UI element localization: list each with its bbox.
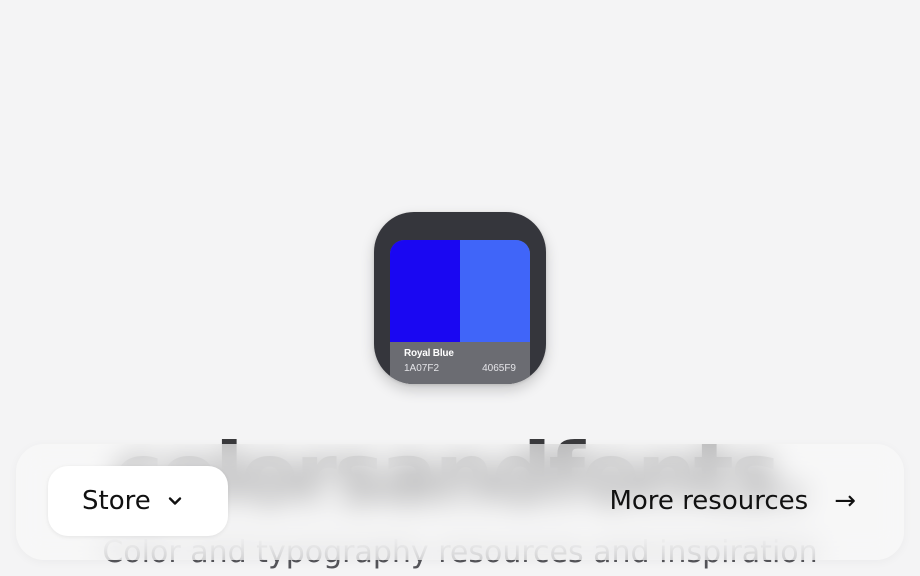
arrow-right-icon: → [834,486,856,516]
swatch-royal-blue-secondary [460,240,530,342]
color-swatch-card: Royal Blue 1A07F2 4065F9 [390,240,530,384]
more-resources-label: More resources [609,486,809,516]
store-dropdown-button[interactable]: Store [48,466,228,536]
swatch-name: Royal Blue [404,348,454,359]
more-resources-link[interactable]: More resources → [609,466,856,536]
swatch-royal-blue-primary [390,240,460,342]
swatch-info: Royal Blue 1A07F2 4065F9 [390,342,530,384]
swatch-hex-right: 4065F9 [482,363,516,374]
floating-nav-bar: Store More resources → [16,444,904,560]
page: Royal Blue 1A07F2 4065F9 colorsandfonts.… [0,0,920,576]
app-icon: Royal Blue 1A07F2 4065F9 [374,212,546,384]
chevron-down-icon [167,493,183,509]
store-label: Store [82,486,151,516]
swatch-hex-left: 1A07F2 [404,363,440,374]
